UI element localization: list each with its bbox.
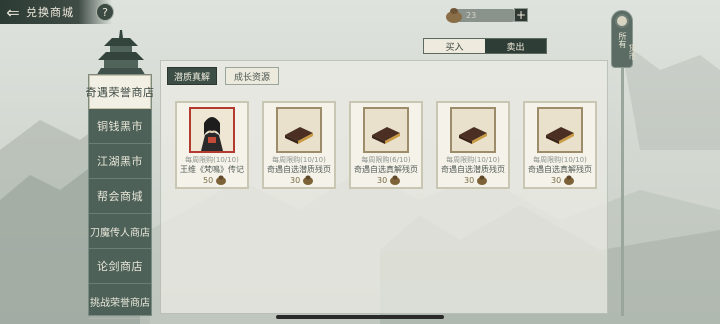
price-coin-icon (303, 175, 313, 185)
sidebar-item-blade-demon-shop[interactable]: 刀魔传人商店 (89, 214, 151, 249)
home-indicator[interactable] (276, 315, 444, 319)
item-name: 奇遇自选潜质残页 (441, 165, 505, 174)
item-name: 奇遇自选潜质残页 (267, 165, 331, 174)
sidebar-item-qiyu-honor-shop[interactable]: 奇遇荣誉商店 (86, 75, 154, 109)
scroll-label-all: 所有 (618, 32, 627, 48)
item-name: 奇遇自选真解残页 (354, 165, 418, 174)
sidebar-item-copper-black-market[interactable]: 铜钱黑市 (89, 109, 151, 144)
book-icon (537, 107, 583, 153)
sidebar-item-label: 挑战荣誉商店 (90, 297, 150, 309)
back-button[interactable]: ⇐ (0, 0, 26, 24)
pagoda-icon (96, 30, 146, 76)
item-price: 30 (377, 176, 388, 185)
all-currency-scroll[interactable]: 所有 货币 (611, 6, 637, 318)
tab-potential-true-solution[interactable]: 潜质真解 (167, 67, 217, 85)
price-coin-icon (216, 175, 226, 185)
sidebar-item-jianghu-black-market[interactable]: 江湖黑市 (89, 144, 151, 179)
item-price: 30 (551, 176, 562, 185)
shop-item-card[interactable]: 每周限购(10/10) 奇遇自选潜质残页 30 (262, 101, 336, 189)
sidebar-item-label: 奇遇荣誉商店 (85, 86, 155, 99)
item-name: 奇遇自选真解残页 (528, 165, 592, 174)
coin-pouch-icon (446, 8, 462, 23)
hero-portrait-icon (189, 107, 235, 153)
item-price: 30 (290, 176, 301, 185)
shop-item-card[interactable]: 每周限购(10/10) 奇遇自选潜质残页 30 (436, 101, 510, 189)
currency-amount: 23 (456, 9, 514, 22)
scroll-rod (621, 46, 624, 316)
shop-item-card[interactable]: 每周限购(10/10) 王维《梵鳴》传记 50 (175, 101, 249, 189)
item-price: 50 (203, 176, 214, 185)
item-name: 王维《梵鳴》传记 (180, 165, 244, 174)
sidebar-item-label: 刀魔传人商店 (90, 227, 150, 239)
currency-display: 23 + (440, 6, 530, 24)
sell-tab[interactable]: 卖出 (485, 39, 546, 53)
book-icon (276, 107, 322, 153)
price-coin-icon (477, 175, 487, 185)
price-coin-icon (390, 175, 400, 185)
book-icon (363, 107, 409, 153)
help-icon: ? (102, 5, 108, 19)
scroll-ornament-icon (615, 14, 629, 28)
sidebar-item-sword-debate-shop[interactable]: 论剑商店 (89, 249, 151, 284)
sidebar-item-label: 论剑商店 (97, 260, 143, 273)
sidebar-item-guild-mall[interactable]: 帮会商城 (89, 179, 151, 214)
back-arrow-icon: ⇐ (6, 2, 20, 22)
shop-item-card[interactable]: 每周限购(6/10) 奇遇自选真解残页 30 (349, 101, 423, 189)
scroll-label-currency: 货币 (628, 44, 637, 60)
sidebar-item-label: 铜钱黑市 (97, 120, 143, 133)
shop-panel: 潜质真解 成长资源 每周限购(10/10) 王维《梵鳴》传记 50 每周限购(1… (160, 60, 608, 314)
category-sidebar: 奇遇荣誉商店 铜钱黑市 江湖黑市 帮会商城 刀魔传人商店 论剑商店 挑战荣誉商店 (86, 74, 154, 319)
book-icon (450, 107, 496, 153)
sidebar-item-label: 江湖黑市 (97, 155, 143, 168)
add-currency-button[interactable]: + (514, 8, 528, 22)
help-button[interactable]: ? (96, 3, 114, 21)
sidebar-item-label: 帮会商城 (97, 190, 143, 203)
item-price: 30 (464, 176, 475, 185)
page-title: 兑换商城 (26, 6, 74, 19)
trade-toggle: 买入 卖出 (423, 38, 547, 54)
sidebar-item-challenge-honor-shop[interactable]: 挑战荣誉商店 (89, 284, 151, 319)
tab-growth-resources[interactable]: 成长资源 (225, 67, 279, 85)
buy-tab[interactable]: 买入 (424, 39, 485, 53)
shop-item-card[interactable]: 每周限购(10/10) 奇遇自选真解残页 30 (523, 101, 597, 189)
price-coin-icon (564, 175, 574, 185)
